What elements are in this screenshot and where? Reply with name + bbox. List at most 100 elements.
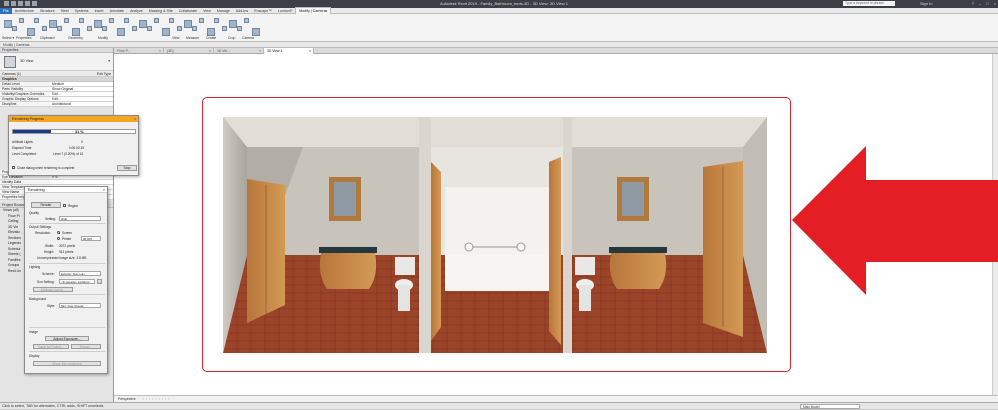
search-input[interactable]: Type a keyword or phrase <box>843 1 895 6</box>
ribbon-tool-icon[interactable] <box>146 26 152 31</box>
ribbon-tab-architecture[interactable]: Architecture <box>12 8 37 14</box>
sun-setting-browse-button[interactable]: … <box>97 279 102 284</box>
quick-access-toolbar[interactable] <box>4 1 37 6</box>
adjust-exposure-button[interactable]: Adjust Exposure... <box>45 336 89 341</box>
open-icon[interactable] <box>4 1 9 6</box>
stop-button[interactable]: Stop <box>117 165 137 171</box>
close-icon[interactable]: × <box>309 48 311 54</box>
sun-setting-select[interactable]: <In session, Lighting> <box>59 279 95 284</box>
close-icon[interactable]: × <box>134 116 136 122</box>
ribbon-tab-collaborate[interactable]: Collaborate <box>176 8 200 14</box>
printer-dpi-select[interactable]: 96 DPI <box>81 236 101 241</box>
close-icon[interactable]: × <box>159 48 161 54</box>
ribbon-tab-massing-site[interactable]: Massing & Site <box>146 8 176 14</box>
ribbon-tab-analyze[interactable]: Analyze <box>127 8 146 14</box>
ribbon-tab-structure[interactable]: Structure <box>37 8 58 14</box>
ribbon-tab-manage[interactable]: Manage <box>214 8 233 14</box>
ribbon-tab-modify-cameras[interactable]: Modify | Cameras <box>295 7 332 14</box>
ribbon-tool-icon[interactable] <box>71 28 80 36</box>
close-icon[interactable]: × <box>994 1 996 6</box>
ribbon-tool-icon[interactable] <box>26 28 35 36</box>
edit-type-button[interactable]: Edit Type <box>97 71 111 76</box>
screen-radio[interactable] <box>57 231 60 234</box>
ribbon-tool-icon[interactable] <box>56 26 62 31</box>
ribbon-tool-icon[interactable] <box>86 26 92 31</box>
property-value[interactable]: Architectural <box>50 102 113 106</box>
show-rendering-button[interactable]: Show the rendering <box>33 361 101 366</box>
maximize-icon[interactable]: □ <box>986 1 988 6</box>
ribbon-tab-enscape[interactable]: Enscape™ <box>251 8 275 14</box>
ribbon-tool-icon[interactable] <box>251 28 260 36</box>
artificial-lights-button[interactable]: Artificial Lights... <box>33 287 73 292</box>
property-value[interactable]: Show Original <box>50 87 113 91</box>
render-button[interactable]: Render <box>31 202 61 208</box>
instance-selector[interactable]: Cameras (1) <box>2 71 21 76</box>
model-selector[interactable]: Main Model <box>800 404 860 409</box>
document-tab[interactable]: 3D Vie... × <box>214 48 264 54</box>
ribbon-tool-icon[interactable] <box>79 18 84 23</box>
save-icon[interactable] <box>11 1 16 6</box>
close-icon[interactable]: × <box>103 187 105 192</box>
property-value[interactable]: Edit... <box>50 92 113 96</box>
ribbon-tool-icon[interactable] <box>116 28 125 36</box>
sign-in-link[interactable]: Sign In <box>920 1 932 6</box>
printer-radio[interactable] <box>57 237 60 240</box>
redo-icon[interactable] <box>25 1 30 6</box>
scheme-select[interactable]: Exterior: Sun only <box>59 271 101 276</box>
ribbon-tab-lumion[interactable]: Lumion® <box>275 8 295 14</box>
ribbon-tool-icon[interactable] <box>64 18 69 23</box>
ribbon-tab-steel[interactable]: Steel <box>58 8 72 14</box>
ribbon-tool-icon[interactable] <box>161 28 170 36</box>
ribbon-tool-icon[interactable] <box>11 26 17 31</box>
background-heading: Background <box>29 297 47 301</box>
background-style-select[interactable]: Sky: Few Clouds <box>59 303 101 308</box>
ribbon-tab-view[interactable]: View <box>200 8 214 14</box>
ribbon-tool-icon[interactable] <box>191 26 197 31</box>
ribbon-tab-insert[interactable]: Insert <box>92 8 107 14</box>
print-icon[interactable] <box>32 1 37 6</box>
ribbon-tool-icon[interactable] <box>131 26 137 31</box>
property-value[interactable]: Edit... <box>50 97 113 101</box>
ribbon-tool-icon[interactable] <box>236 26 242 31</box>
document-tab[interactable]: {3D} × <box>164 48 214 54</box>
property-value[interactable] <box>50 180 113 184</box>
ribbon-tool-icon[interactable] <box>41 26 47 31</box>
ribbon-tool-icon[interactable] <box>101 26 107 31</box>
chevron-down-icon[interactable]: ▾ <box>108 59 110 63</box>
highlight-frame <box>202 97 791 372</box>
3d-view-icon <box>4 56 16 68</box>
region-checkbox[interactable] <box>63 204 66 207</box>
ribbon-tab-add-ins[interactable]: Add-Ins <box>233 8 251 14</box>
help-icon[interactable]: ? <box>972 1 974 6</box>
save-to-project-button[interactable]: Save to Project... <box>33 344 69 349</box>
view-control-icons[interactable]: ▫▫▫▫▫▫▫▫▫ <box>143 397 172 401</box>
minimize-icon[interactable]: – <box>979 1 981 6</box>
ribbon-tool-icon[interactable] <box>34 18 39 23</box>
ribbon-tool-icon[interactable] <box>214 18 219 23</box>
property-value[interactable]: Medium <box>50 82 113 86</box>
ribbon-tab-annotate[interactable]: Annotate <box>107 8 127 14</box>
ribbon-tab-file[interactable]: File <box>0 7 12 14</box>
ribbon-tool-icon[interactable] <box>124 18 129 23</box>
quality-setting-select[interactable]: High <box>59 216 101 221</box>
rendering-progress-dialog: Rendering Progress × 31 % Artificial Ligh… <box>8 115 139 176</box>
ribbon-tool-icon[interactable] <box>199 18 204 23</box>
type-selector[interactable]: 3D View ▾ <box>0 53 113 71</box>
document-tab[interactable]: 3D View 1 × <box>264 48 314 54</box>
ribbon-tool-icon[interactable] <box>206 28 215 36</box>
ribbon-tool-icon[interactable] <box>19 18 24 23</box>
document-tab[interactable]: Floor P... × <box>114 48 164 54</box>
export-button[interactable]: Export... <box>71 344 101 349</box>
undo-icon[interactable] <box>18 1 23 6</box>
ribbon-tab-systems[interactable]: Systems <box>72 8 92 14</box>
ribbon-tool-icon[interactable] <box>176 26 182 31</box>
ribbon-tool-icon[interactable] <box>154 18 159 23</box>
ribbon-tool-icon[interactable] <box>244 18 249 23</box>
ribbon-tool-icon[interactable] <box>221 26 227 31</box>
ribbon-tool-icon[interactable] <box>109 18 114 23</box>
close-when-complete-checkbox[interactable] <box>12 166 15 169</box>
projection-mode-label[interactable]: Perspective <box>118 397 136 401</box>
ribbon-tool-icon[interactable] <box>169 18 174 23</box>
close-icon[interactable]: × <box>209 48 211 54</box>
close-icon[interactable]: × <box>259 48 261 54</box>
